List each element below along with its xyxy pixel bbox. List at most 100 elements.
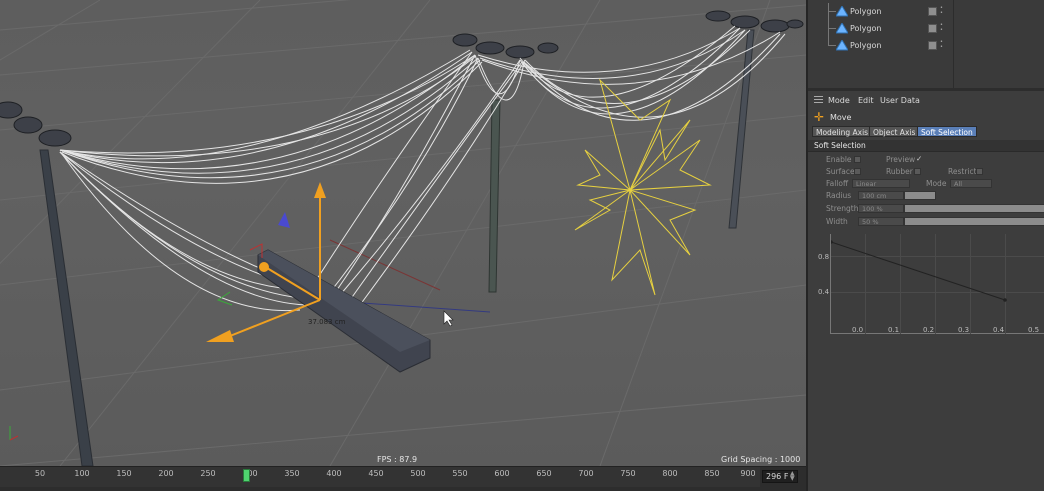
timeline-playhead[interactable] [243,469,250,482]
tab-modeling-axis[interactable]: Modeling Axis [812,126,873,137]
hamburger-icon[interactable] [814,96,823,103]
preview-checkbox[interactable]: ✓ [916,154,922,163]
timeline-ruler[interactable]: 50 100 150 200 250 300 350 400 450 500 5… [0,467,760,487]
attribute-menubar: Mode Edit User Data [808,93,1044,107]
tick-label: 100 [74,469,90,478]
move-tool-icon: ✛ [814,110,825,124]
graph-x-label: 0.2 [923,326,935,334]
tick-label: 900 [740,469,756,478]
beam-top-face [258,250,430,352]
view-axis-indicator [9,426,19,441]
menu-edit[interactable]: Edit [858,96,874,105]
object-row[interactable]: Polygon • • [808,3,1044,20]
restrict-checkbox[interactable] [976,168,983,175]
object-manager[interactable]: Polygon • • Polygon • • Polygon • • [808,0,1044,88]
visibility-tag-icon[interactable] [928,41,937,50]
radius-label: Radius [826,191,852,200]
rubber-checkbox[interactable] [914,168,921,175]
falloff-graph[interactable] [830,234,1044,334]
falloff-label: Falloff [826,179,849,188]
insulator-right[interactable] [705,10,804,33]
pole-right[interactable] [728,29,755,229]
strength-field[interactable]: 100 % [858,204,904,213]
tick-label: 400 [326,469,342,478]
tree-branch [828,28,836,29]
attribute-manager: Mode Edit User Data ✛ Move Modeling Axis… [808,88,1044,491]
object-row[interactable]: Polygon • • [808,20,1044,37]
object-name: Polygon [850,24,882,33]
width-slider[interactable] [904,217,1044,226]
timeline[interactable]: 50 100 150 200 250 300 350 400 450 500 5… [0,466,806,491]
mode-dropdown[interactable]: All [950,179,992,188]
tick-label: 800 [662,469,678,478]
falloff-dropdown[interactable]: Linear [852,179,910,188]
menu-mode[interactable]: Mode [828,96,850,105]
tick-label: 700 [578,469,594,478]
surface-label: Surface [826,167,855,176]
section-header: Soft Selection [808,140,1044,152]
graph-x-label: 0.1 [888,326,900,334]
fps-readout: FPS : 87.9 [377,455,418,464]
strength-label: Strength [826,204,859,213]
width-field[interactable]: 50 % [858,217,904,226]
gizmo-plane-blue[interactable] [278,212,290,228]
tick-label: 600 [494,469,510,478]
radius-field[interactable]: 100 cm [858,191,904,200]
right-panel: Polygon • • Polygon • • Polygon • • Mode… [806,0,1044,491]
visibility-tag-icon[interactable] [928,24,937,33]
floor-grid [0,0,806,466]
tick-label: 450 [368,469,384,478]
tree-branch [828,11,836,12]
move-gizmo-x-arrow[interactable] [206,330,234,342]
editor-render-dots-icon[interactable]: • • [940,40,943,50]
editor-render-dots-icon[interactable]: • • [940,23,943,33]
3d-viewport[interactable]: 37.083 cm FPS : 87.9 Grid Spacing : 1000… [0,0,806,466]
tool-title-row: ✛ Move [808,110,1044,124]
tick-label: 550 [452,469,468,478]
distance-readout: 37.083 cm [308,318,346,326]
frame-stepper-icon[interactable]: ▲ ▼ [790,471,795,482]
enable-checkbox[interactable] [854,156,861,163]
tick-label: 650 [536,469,552,478]
wire-bundle[interactable] [59,25,786,312]
width-label: Width [826,217,848,226]
graph-y-label: 0.4 [818,288,830,296]
object-row[interactable]: Polygon • • [808,37,1044,54]
tab-soft-selection[interactable]: Soft Selection [917,126,977,137]
preview-label: Preview [886,155,916,164]
object-name: Polygon [850,41,882,50]
falloff-curve[interactable] [831,234,1044,334]
tool-name: Move [830,113,852,122]
tab-object-axis[interactable]: Object Axis [869,126,920,137]
light-object[interactable] [574,78,712,296]
pole-left[interactable] [39,149,94,466]
grid-spacing-readout: Grid Spacing : 1000 cm [721,455,801,466]
radius-slider[interactable] [904,191,936,200]
graph-x-label: 0.5 [1028,326,1040,334]
x-axis-line [329,239,441,291]
tick-label: 150 [116,469,132,478]
mouse-cursor [443,310,454,327]
visibility-tag-icon[interactable] [928,7,937,16]
tick-label: 350 [284,469,300,478]
polygon-icon [836,40,848,51]
move-gizmo-x-axis[interactable] [224,299,321,339]
tick-label: 250 [200,469,216,478]
tree-branch [828,45,836,46]
viewport-scene[interactable] [0,0,806,466]
move-gizmo-z-handle[interactable] [259,262,269,272]
strength-slider[interactable] [904,204,1044,213]
move-gizmo-y-arrow[interactable] [314,182,326,198]
menu-user-data[interactable]: User Data [880,96,920,105]
mode-label: Mode [926,179,947,188]
graph-x-label: 0.3 [958,326,970,334]
tick-label: 500 [410,469,426,478]
cinema4d-window: 37.083 cm FPS : 87.9 Grid Spacing : 1000… [0,0,1044,491]
editor-render-dots-icon[interactable]: • • [940,6,943,16]
pole-middle[interactable] [488,99,501,293]
tick-label: 850 [704,469,720,478]
polygon-icon [836,23,848,34]
surface-checkbox[interactable] [854,168,861,175]
graph-x-label: 0.4 [993,326,1005,334]
rubber-label: Rubber [886,167,913,176]
